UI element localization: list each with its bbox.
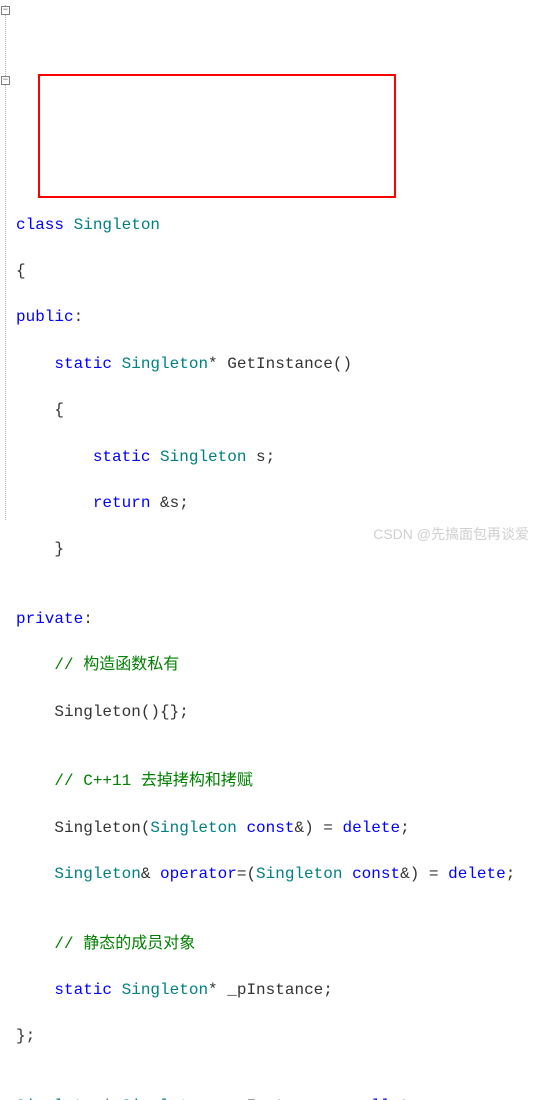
keyword: const bbox=[352, 865, 400, 883]
code-text bbox=[237, 819, 247, 837]
code-text: * _pInstance; bbox=[208, 981, 333, 999]
code-line: return &s; bbox=[16, 492, 537, 515]
code-line: { bbox=[16, 399, 537, 422]
code-line: static Singleton* _pInstance; bbox=[16, 979, 537, 1002]
code-line: }; bbox=[16, 1025, 537, 1048]
keyword: public bbox=[16, 308, 74, 326]
code-line: Singleton(Singleton const&) = delete; bbox=[16, 817, 537, 840]
code-text bbox=[112, 981, 122, 999]
type-name: Singleton bbox=[150, 819, 236, 837]
code-text: Singleton(){}; bbox=[16, 703, 189, 721]
highlight-box bbox=[38, 74, 396, 198]
code-text: &) = bbox=[400, 865, 448, 883]
code-text: * GetInstance() bbox=[208, 355, 352, 373]
type-name: Singleton bbox=[122, 355, 208, 373]
type-name: Singleton bbox=[160, 448, 246, 466]
keyword: static bbox=[93, 448, 151, 466]
code-line: public: bbox=[16, 306, 537, 329]
code-line: class Singleton bbox=[16, 214, 537, 237]
code-text: : bbox=[83, 610, 93, 628]
code-text: } bbox=[16, 540, 64, 558]
code-text: =( bbox=[237, 865, 256, 883]
code-text bbox=[16, 865, 54, 883]
code-line: static Singleton* GetInstance() bbox=[16, 353, 537, 376]
code-text: { bbox=[16, 401, 64, 419]
comment: // 静态的成员对象 bbox=[54, 935, 195, 953]
code-text bbox=[16, 981, 54, 999]
fold-icon[interactable] bbox=[1, 6, 10, 15]
code-line: // 静态的成员对象 bbox=[16, 933, 537, 956]
code-text bbox=[112, 355, 122, 373]
code-line: Singleton& operator=(Singleton const&) =… bbox=[16, 863, 537, 886]
code-line: { bbox=[16, 260, 537, 283]
code-text: ; bbox=[506, 865, 516, 883]
fold-icon[interactable] bbox=[1, 76, 10, 85]
code-line: // C++11 去掉拷构和拷赋 bbox=[16, 770, 537, 793]
code-text bbox=[16, 494, 93, 512]
watermark: CSDN @先搞面包再谈爱 bbox=[373, 524, 529, 544]
code-text: * bbox=[102, 1097, 121, 1100]
code-text: &) = bbox=[294, 819, 342, 837]
code-text: { bbox=[16, 262, 26, 280]
keyword: static bbox=[54, 355, 112, 373]
code-text: &s; bbox=[150, 494, 188, 512]
code-text bbox=[16, 935, 54, 953]
code-text bbox=[16, 656, 54, 674]
code-text: }; bbox=[16, 1027, 35, 1045]
keyword: operator bbox=[160, 865, 237, 883]
code-text bbox=[16, 355, 54, 373]
code-text: : bbox=[74, 308, 84, 326]
code-text: Singleton( bbox=[16, 819, 150, 837]
code-line: Singleton(){}; bbox=[16, 701, 537, 724]
code-text: s; bbox=[246, 448, 275, 466]
code-text bbox=[16, 448, 93, 466]
keyword: class bbox=[16, 216, 64, 234]
type-name: Singleton bbox=[16, 1097, 102, 1100]
code-text bbox=[150, 448, 160, 466]
keyword: const bbox=[246, 819, 294, 837]
comment: // 构造函数私有 bbox=[54, 656, 179, 674]
keyword: private bbox=[16, 610, 83, 628]
keyword: delete bbox=[448, 865, 506, 883]
keyword: return bbox=[93, 494, 151, 512]
code-line: // 构造函数私有 bbox=[16, 654, 537, 677]
code-text: & bbox=[141, 865, 160, 883]
code-text: ; bbox=[400, 819, 410, 837]
keyword: nullptr bbox=[352, 1097, 419, 1100]
type-name: Singleton bbox=[122, 981, 208, 999]
code-line: Singleton* Singleton::_pInstance = nullp… bbox=[16, 1095, 537, 1100]
code-block: class Singleton { public: static Singlet… bbox=[16, 191, 537, 1100]
keyword: static bbox=[54, 981, 112, 999]
type-name: Singleton bbox=[256, 865, 342, 883]
code-text bbox=[16, 772, 54, 790]
code-line: private: bbox=[16, 608, 537, 631]
type-name: Singleton bbox=[64, 216, 160, 234]
type-name: Singleton bbox=[54, 865, 140, 883]
type-name: Singleton bbox=[122, 1097, 208, 1100]
keyword: delete bbox=[342, 819, 400, 837]
code-text: ::_pInstance = bbox=[208, 1097, 352, 1100]
comment: // C++11 去掉拷构和拷赋 bbox=[54, 772, 252, 790]
code-text: ; bbox=[419, 1097, 429, 1100]
code-text bbox=[342, 865, 352, 883]
code-line: static Singleton s; bbox=[16, 446, 537, 469]
